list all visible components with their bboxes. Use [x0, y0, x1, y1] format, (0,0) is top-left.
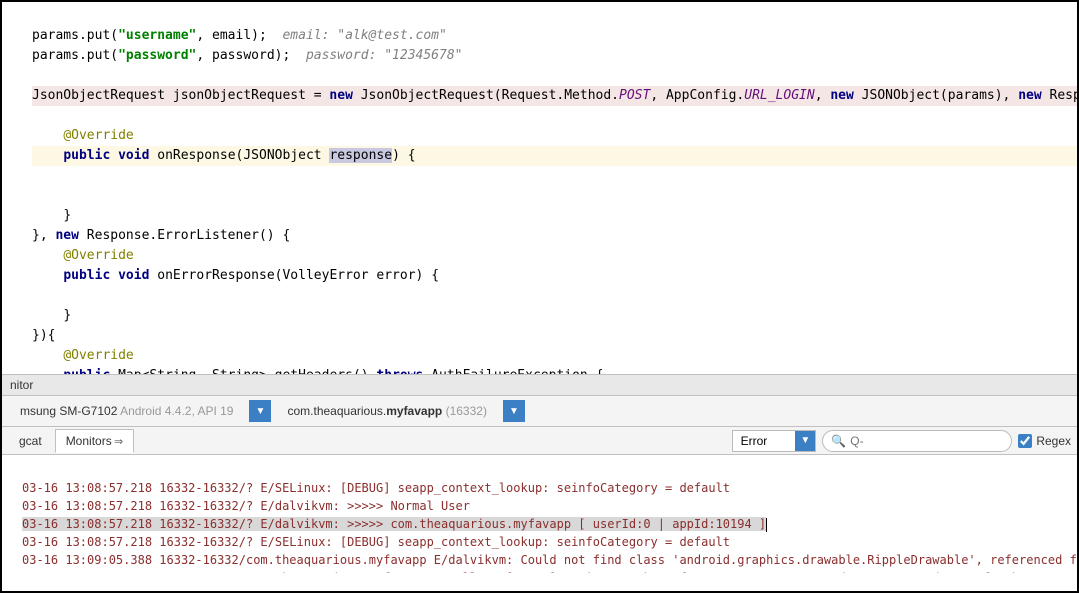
code-line: }){ [32, 328, 55, 343]
tab-logcat[interactable]: gcat [8, 429, 53, 453]
logcat-output[interactable]: 03-16 13:08:57.218 16332-16332/? E/SELin… [2, 455, 1077, 573]
regex-checkbox[interactable]: Regex [1018, 434, 1071, 448]
app-selector-label[interactable]: com.theaquarious.myfavapp (16332) [277, 401, 496, 421]
log-line-selected: 03-16 13:08:57.218 16332-16332/? E/dalvi… [22, 517, 767, 531]
log-line: 03-16 13:08:57.218 16332-16332/? E/SELin… [22, 481, 730, 495]
log-line: 03-16 13:12:39.048 16332-19735/com.theaq… [22, 571, 1077, 573]
code-line-highlighted: public void onResponse(JSONObject respon… [32, 146, 1077, 166]
device-dropdown-button[interactable]: ▼ [249, 400, 271, 422]
log-level-select[interactable]: Error ▼ [732, 430, 817, 452]
device-selector-label[interactable]: msung SM-G7102 Android 4.4.2, API 19 [10, 401, 243, 421]
log-line: 03-16 13:08:57.218 16332-16332/? E/dalvi… [22, 499, 470, 513]
code-line: } [32, 308, 71, 323]
code-line: @Override [32, 128, 134, 143]
pin-icon: ⇗ [110, 433, 126, 449]
code-line: }, new Response.ErrorListener() { [32, 228, 290, 243]
regex-label: Regex [1036, 434, 1071, 448]
search-icon: 🔍 [831, 434, 846, 448]
code-line: public Map<String, String> getHeaders() … [32, 368, 603, 374]
regex-checkbox-input[interactable] [1018, 434, 1032, 448]
chevron-down-icon: ▼ [795, 431, 815, 451]
log-url-link[interactable]: http://api. [1012, 571, 1077, 573]
code-line: params.put("password", password); passwo… [32, 48, 463, 63]
code-line-highlighted: JsonObjectRequest jsonObjectRequest = ne… [32, 86, 1077, 106]
code-line [32, 288, 40, 303]
code-line [32, 68, 40, 83]
app-dropdown-button[interactable]: ▼ [503, 400, 525, 422]
code-line [32, 188, 40, 203]
code-line: public void onErrorResponse(VolleyError … [32, 268, 439, 283]
tab-monitors[interactable]: Monitors⇗ [55, 429, 134, 453]
logcat-tabs: gcat Monitors⇗ Error ▼ 🔍 Regex [2, 427, 1077, 455]
log-line: 03-16 13:08:57.218 16332-16332/? E/SELin… [22, 535, 730, 549]
log-search-input[interactable] [850, 434, 1003, 448]
code-editor[interactable]: params.put("username", email); email: "a… [2, 2, 1077, 374]
device-toolbar: msung SM-G7102 Android 4.4.2, API 19 ▼ c… [2, 396, 1077, 427]
code-line: @Override [32, 348, 134, 363]
code-line: @Override [32, 248, 134, 263]
log-search-box[interactable]: 🔍 [822, 430, 1012, 452]
panel-title: nitor [2, 374, 1077, 396]
code-line: } [32, 208, 71, 223]
code-line: params.put("username", email); email: "a… [32, 28, 447, 43]
log-line: 03-16 13:09:05.388 16332-16332/com.theaq… [22, 553, 1077, 567]
